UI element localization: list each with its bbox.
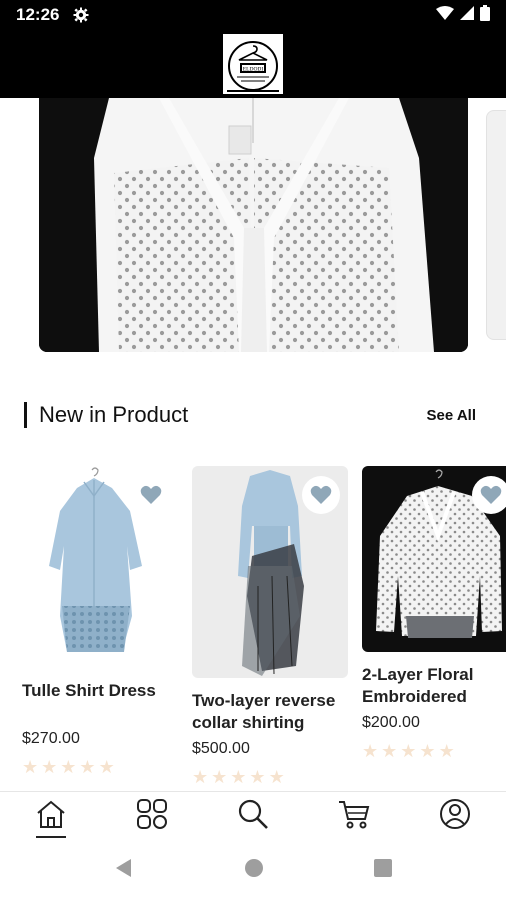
star-icon: ★ — [22, 757, 39, 777]
bottom-nav — [0, 791, 506, 841]
nav-cart[interactable] — [324, 794, 384, 840]
nav-home[interactable] — [21, 794, 81, 840]
status-bar: 12:26 — [0, 0, 506, 30]
back-icon[interactable] — [114, 858, 134, 883]
product-name: 2-Layer Floral Embroidered — [362, 665, 474, 706]
product-name: Two-layer reverse collar shirting — [192, 691, 336, 732]
product-name: Tulle Shirt Dress — [22, 681, 156, 700]
product-price: $500.00 — [192, 740, 250, 757]
cart-icon — [338, 798, 370, 835]
star-icon: ★ — [400, 741, 417, 761]
star-icon: ★ — [60, 757, 77, 777]
section-header: New in Product See All — [24, 399, 482, 431]
star-icon: ★ — [268, 767, 285, 787]
product-price: $270.00 — [22, 730, 80, 747]
product-list: Tulle Shirt Dress $270.00 ★ ★ ★ ★ ★ Two-… — [0, 466, 506, 790]
home-circle-icon[interactable] — [244, 858, 264, 883]
brand-logo[interactable]: ELDODI — [223, 34, 283, 94]
product-image[interactable] — [362, 466, 506, 652]
banner-next-slide[interactable] — [486, 110, 506, 340]
categories-icon — [136, 798, 168, 835]
product-image[interactable] — [192, 466, 348, 678]
logo-wordmark: ELDODI — [243, 66, 264, 72]
star-icon: ★ — [438, 741, 455, 761]
banner-carousel[interactable] — [0, 98, 506, 360]
section-title: New in Product — [39, 402, 189, 427]
wifi-icon — [436, 5, 454, 25]
signal-icon — [460, 5, 474, 25]
app-header: ELDODI — [0, 30, 506, 98]
status-icons — [436, 4, 490, 26]
nav-profile[interactable] — [425, 794, 485, 840]
system-nav-bar — [0, 841, 506, 900]
rating-stars: ★ ★ ★ ★ ★ — [22, 758, 178, 776]
star-icon: ★ — [41, 757, 58, 777]
rating-stars: ★ ★ ★ ★ ★ — [362, 742, 506, 760]
profile-icon — [439, 798, 471, 835]
product-card[interactable]: Tulle Shirt Dress $270.00 ★ ★ ★ ★ ★ — [22, 466, 178, 776]
favorite-heart-icon[interactable] — [302, 476, 340, 514]
star-icon: ★ — [381, 741, 398, 761]
nav-categories[interactable] — [122, 794, 182, 840]
star-icon: ★ — [249, 767, 266, 787]
recents-icon[interactable] — [374, 859, 392, 882]
star-icon: ★ — [98, 757, 115, 777]
star-icon: ★ — [192, 767, 209, 787]
favorite-heart-icon[interactable] — [132, 476, 170, 514]
star-icon: ★ — [419, 741, 436, 761]
product-image[interactable] — [22, 466, 178, 678]
see-all-link[interactable]: See All — [427, 407, 476, 424]
banner-image[interactable] — [39, 98, 468, 352]
settings-icon — [73, 7, 89, 23]
search-icon — [237, 798, 269, 835]
product-card[interactable]: 2-Layer Floral Embroidered $200.00 ★ ★ ★… — [362, 466, 506, 760]
favorite-heart-icon[interactable] — [472, 476, 506, 514]
product-card[interactable]: Two-layer reverse collar shirting $500.0… — [192, 466, 348, 786]
home-icon — [35, 799, 67, 834]
star-icon: ★ — [230, 767, 247, 787]
star-icon: ★ — [362, 741, 379, 761]
status-time: 12:26 — [16, 5, 60, 24]
star-icon: ★ — [211, 767, 228, 787]
screen: 12:26 ELDODI New in Product See All Tull… — [0, 0, 506, 900]
product-price: $200.00 — [362, 714, 420, 731]
star-icon: ★ — [79, 757, 96, 777]
nav-search[interactable] — [223, 794, 283, 840]
rating-stars: ★ ★ ★ ★ ★ — [192, 768, 348, 786]
battery-icon — [480, 4, 490, 26]
section-accent-bar — [24, 402, 27, 428]
nav-active-indicator — [35, 835, 66, 838]
